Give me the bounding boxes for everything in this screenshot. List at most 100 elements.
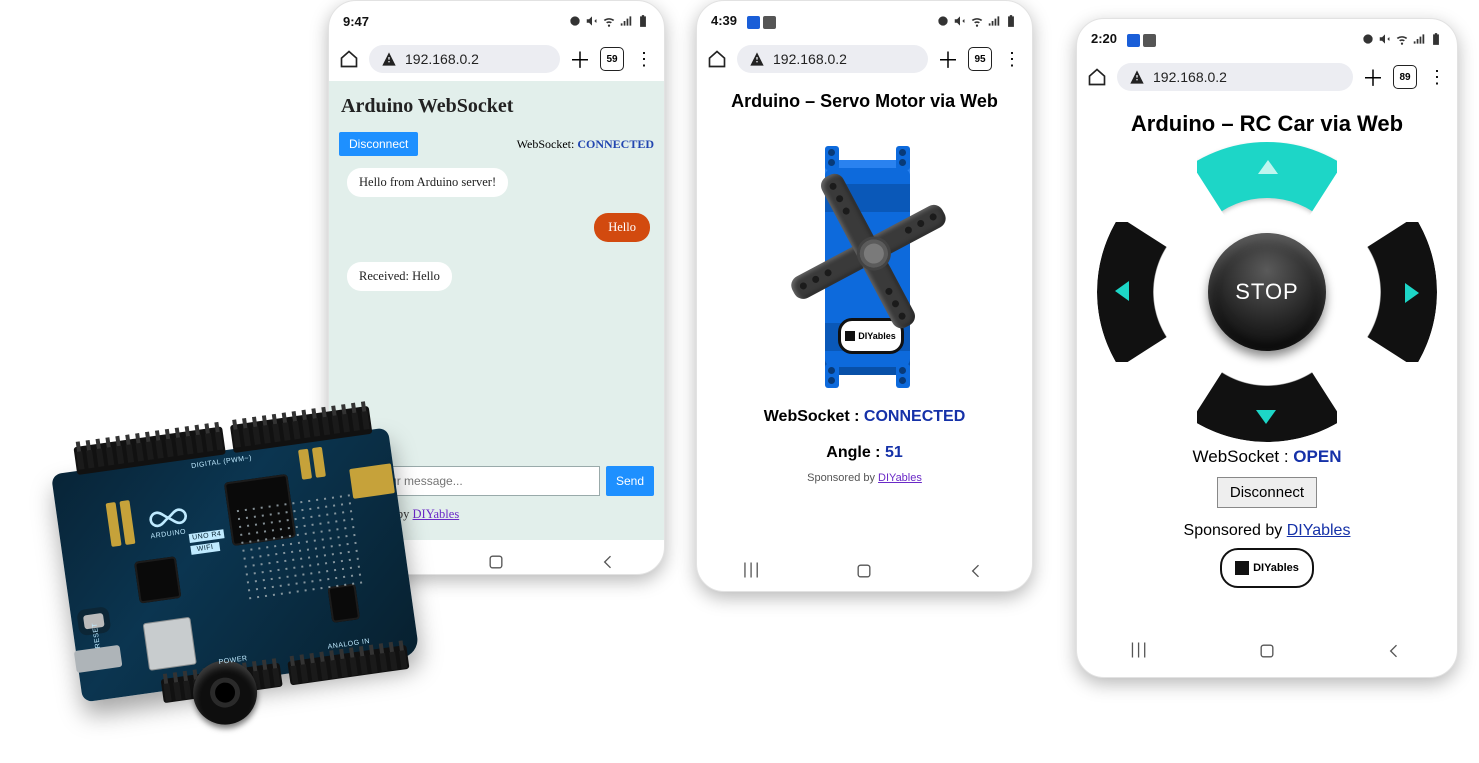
status-app-icons — [1127, 34, 1156, 47]
url-bar[interactable]: 192.168.0.2 — [369, 45, 560, 73]
home-icon[interactable] — [339, 49, 359, 69]
sponsor-line: Sponsored by DIYables — [1087, 522, 1447, 540]
tab-count[interactable]: 95 — [968, 47, 992, 71]
websocket-status: WebSocket : CONNECTED — [707, 408, 1022, 426]
websocket-status: WebSocket: CONNECTED — [517, 137, 654, 152]
regulator-chip — [327, 583, 360, 623]
status-bar: 9:47 — [329, 1, 664, 35]
status-time: 4:39 — [711, 13, 737, 28]
signal-icon — [619, 14, 633, 28]
chevron-down-icon — [1256, 410, 1276, 424]
home-icon[interactable] — [707, 49, 727, 69]
chevron-right-icon — [1405, 283, 1419, 303]
chevron-up-icon — [1258, 160, 1278, 174]
alarm-icon — [568, 14, 582, 28]
mute-icon — [1378, 32, 1392, 46]
servo-horn[interactable] — [753, 136, 983, 366]
websocket-status: WebSocket : OPEN — [1087, 447, 1447, 467]
chat-message-outgoing: Hello — [594, 213, 650, 242]
menu-icon[interactable]: ⋮ — [1002, 49, 1022, 69]
battery-icon — [1004, 14, 1018, 28]
page-title: Arduino WebSocket — [341, 95, 654, 118]
nav-home-icon[interactable] — [854, 561, 874, 581]
page-title: Arduino – Servo Motor via Web — [707, 91, 1022, 112]
nav-recents-icon[interactable]: ||| — [1130, 641, 1150, 661]
phone-rc-car: 2:20 192.168.0.2 ＋ 89 ⋮ Arduino – RC Car… — [1076, 18, 1458, 678]
status-bar: 4:39 — [697, 1, 1032, 35]
app-icon — [763, 16, 776, 29]
status-icons — [1361, 32, 1443, 46]
app-icon — [1127, 34, 1140, 47]
led-matrix — [233, 491, 365, 601]
stop-button[interactable]: STOP — [1208, 233, 1326, 351]
status-time: 2:20 — [1091, 31, 1117, 46]
mute-icon — [953, 14, 967, 28]
arduino-board-image: // populate header pins visually ARDUINO… — [0, 361, 475, 749]
wifi-icon — [970, 14, 984, 28]
browser-toolbar: 192.168.0.2 ＋ 95 ⋮ — [697, 35, 1032, 81]
android-navbar: ||| — [697, 549, 1032, 592]
nav-home-icon[interactable] — [486, 552, 506, 572]
battery-icon — [1429, 32, 1443, 46]
angle-readout: Angle : 51 — [707, 444, 1022, 462]
signal-icon — [987, 14, 1001, 28]
sponsor-line: Sponsored by DIYables — [707, 472, 1022, 484]
signal-icon — [1412, 32, 1426, 46]
browser-toolbar: 192.168.0.2 ＋ 59 ⋮ — [329, 35, 664, 81]
sponsor-link[interactable]: DIYables — [878, 472, 922, 484]
menu-icon[interactable]: ⋮ — [1427, 67, 1447, 87]
battery-icon — [636, 14, 650, 28]
page-content: Arduino – Servo Motor via Web DIYables — [697, 81, 1032, 549]
menu-icon[interactable]: ⋮ — [634, 49, 654, 69]
url-text: 192.168.0.2 — [1153, 69, 1227, 85]
status-time: 9:47 — [343, 14, 369, 29]
wifi-module-shield — [143, 617, 197, 671]
url-text: 192.168.0.2 — [405, 51, 479, 67]
not-secure-icon — [381, 51, 397, 67]
alarm-icon — [1361, 32, 1375, 46]
page-content: Arduino – RC Car via Web STOP WebSocket … — [1077, 99, 1457, 629]
chat-message-incoming: Received: Hello — [347, 262, 452, 291]
chevron-left-icon — [1115, 281, 1129, 301]
chat-message-incoming: Hello from Arduino server! — [347, 168, 508, 197]
url-bar[interactable]: 192.168.0.2 — [737, 45, 928, 73]
wifi-icon — [602, 14, 616, 28]
mute-icon — [585, 14, 599, 28]
nav-recents-icon[interactable]: ||| — [743, 561, 763, 581]
page-title: Arduino – RC Car via Web — [1087, 111, 1447, 137]
status-bar: 2:20 — [1077, 19, 1457, 53]
phone-servo: 4:39 192.168.0.2 ＋ 95 ⋮ Arduino – Servo … — [696, 0, 1033, 592]
nav-back-icon[interactable] — [1384, 641, 1404, 661]
browser-toolbar: 192.168.0.2 ＋ 89 ⋮ — [1077, 53, 1457, 99]
tab-count[interactable]: 89 — [1393, 65, 1417, 89]
dpad: STOP — [1102, 147, 1432, 437]
disconnect-button[interactable]: Disconnect — [1217, 477, 1317, 508]
send-button[interactable]: Send — [606, 466, 654, 496]
nav-home-icon[interactable] — [1257, 641, 1277, 661]
diyables-logo: DIYables — [1220, 548, 1314, 588]
nav-back-icon[interactable] — [966, 561, 986, 581]
app-icon — [1143, 34, 1156, 47]
app-icon — [747, 16, 760, 29]
not-secure-icon — [749, 51, 765, 67]
home-icon[interactable] — [1087, 67, 1107, 87]
sponsor-link[interactable]: DIYables — [1287, 522, 1351, 539]
url-text: 192.168.0.2 — [773, 51, 847, 67]
wifi-chip — [134, 556, 181, 603]
status-icons — [936, 14, 1018, 28]
status-app-icons — [747, 16, 776, 29]
status-icons — [568, 14, 650, 28]
new-tab-icon[interactable]: ＋ — [1363, 67, 1383, 87]
qwiic-connector — [349, 463, 395, 499]
servo-graphic[interactable]: DIYables — [765, 130, 965, 390]
not-secure-icon — [1129, 69, 1145, 85]
wifi-icon — [1395, 32, 1409, 46]
new-tab-icon[interactable]: ＋ — [938, 49, 958, 69]
android-navbar: ||| — [1077, 629, 1457, 673]
alarm-icon — [936, 14, 950, 28]
new-tab-icon[interactable]: ＋ — [570, 49, 590, 69]
url-bar[interactable]: 192.168.0.2 — [1117, 63, 1353, 91]
tab-count[interactable]: 59 — [600, 47, 624, 71]
disconnect-button[interactable]: Disconnect — [339, 132, 418, 156]
nav-back-icon[interactable] — [598, 552, 618, 572]
